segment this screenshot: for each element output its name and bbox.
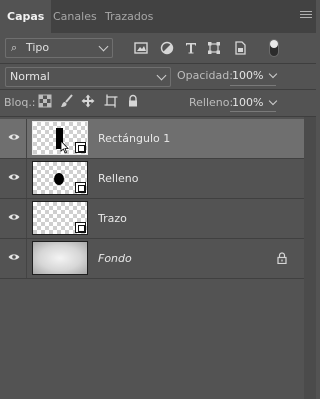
tab-capas[interactable]: Capas bbox=[0, 0, 52, 33]
image-filter-icon[interactable] bbox=[134, 41, 148, 55]
panel-menu-icon[interactable] bbox=[300, 11, 312, 21]
opacity-value: 100% bbox=[232, 69, 264, 82]
chevron-down-icon[interactable] bbox=[268, 69, 278, 79]
layer-thumbnail[interactable] bbox=[32, 201, 88, 235]
divider bbox=[26, 159, 27, 198]
fill-value: 100% bbox=[232, 96, 264, 109]
divider bbox=[0, 89, 316, 90]
adjustment-filter-icon[interactable] bbox=[160, 41, 174, 55]
layers-list: Rectángulo 1 Relleno Trazo Fondo bbox=[0, 117, 316, 399]
visibility-eye-icon[interactable] bbox=[8, 213, 20, 221]
lock-label: Bloq.: bbox=[4, 96, 36, 109]
blend-mode-value: Normal bbox=[10, 70, 50, 83]
layer-row-relleno[interactable]: Relleno bbox=[0, 159, 304, 199]
chevron-down-icon[interactable] bbox=[268, 96, 278, 106]
divider bbox=[26, 119, 27, 158]
fill-label: Relleno: bbox=[189, 96, 234, 109]
divider bbox=[26, 199, 27, 238]
layer-row-trazo[interactable]: Trazo bbox=[0, 199, 304, 239]
lock-artboard-icon[interactable] bbox=[104, 94, 118, 108]
layer-name[interactable]: Relleno bbox=[98, 172, 139, 185]
opacity-label: Opacidad: bbox=[177, 69, 233, 82]
layers-scrollbar[interactable] bbox=[304, 117, 316, 399]
layer-thumbnail[interactable] bbox=[32, 161, 88, 195]
panel-tab-bar: Capas Canales Trazados bbox=[0, 0, 316, 33]
type-filter-icon[interactable] bbox=[184, 41, 198, 55]
shape-layer-badge-icon bbox=[75, 222, 86, 233]
filter-type-select[interactable]: ⌕ Tipo bbox=[5, 38, 113, 58]
smart-object-filter-icon[interactable] bbox=[233, 41, 247, 55]
shape-layer-badge-icon bbox=[75, 142, 86, 153]
layer-thumbnail[interactable] bbox=[32, 121, 88, 155]
layer-name[interactable]: Rectángulo 1 bbox=[98, 132, 170, 145]
layer-row-rectangulo-1[interactable]: Rectángulo 1 bbox=[0, 119, 304, 159]
divider bbox=[0, 63, 316, 64]
chevron-down-icon bbox=[98, 41, 109, 52]
lock-pixels-icon[interactable] bbox=[60, 94, 74, 108]
layer-row-fondo[interactable]: Fondo bbox=[0, 239, 304, 279]
filter-toggle[interactable] bbox=[269, 39, 279, 57]
visibility-eye-icon[interactable] bbox=[8, 173, 20, 181]
search-icon: ⌕ bbox=[11, 41, 18, 54]
layer-thumbnail[interactable] bbox=[32, 241, 88, 275]
fill-field[interactable]: 100% bbox=[230, 93, 278, 112]
visibility-eye-icon[interactable] bbox=[8, 253, 20, 261]
layer-name[interactable]: Fondo bbox=[98, 252, 132, 265]
shape-layer-badge-icon bbox=[75, 182, 86, 193]
filter-row: ⌕ Tipo bbox=[0, 33, 316, 63]
blend-mode-select[interactable]: Normal bbox=[5, 67, 171, 87]
chevron-down-icon bbox=[156, 70, 167, 81]
filter-type-value: Tipo bbox=[26, 41, 50, 54]
opacity-field[interactable]: 100% bbox=[230, 67, 278, 86]
lock-icon[interactable] bbox=[277, 252, 287, 264]
lock-transparency-icon[interactable] bbox=[38, 94, 52, 108]
layer-name[interactable]: Trazo bbox=[98, 212, 127, 225]
tab-canales[interactable]: Canales bbox=[46, 0, 104, 33]
visibility-eye-icon[interactable] bbox=[8, 133, 20, 141]
shape-filter-icon[interactable] bbox=[207, 41, 221, 55]
lock-position-icon[interactable] bbox=[81, 94, 95, 108]
lock-all-icon[interactable] bbox=[126, 94, 140, 108]
tab-trazados[interactable]: Trazados bbox=[98, 0, 160, 33]
divider bbox=[26, 239, 27, 278]
